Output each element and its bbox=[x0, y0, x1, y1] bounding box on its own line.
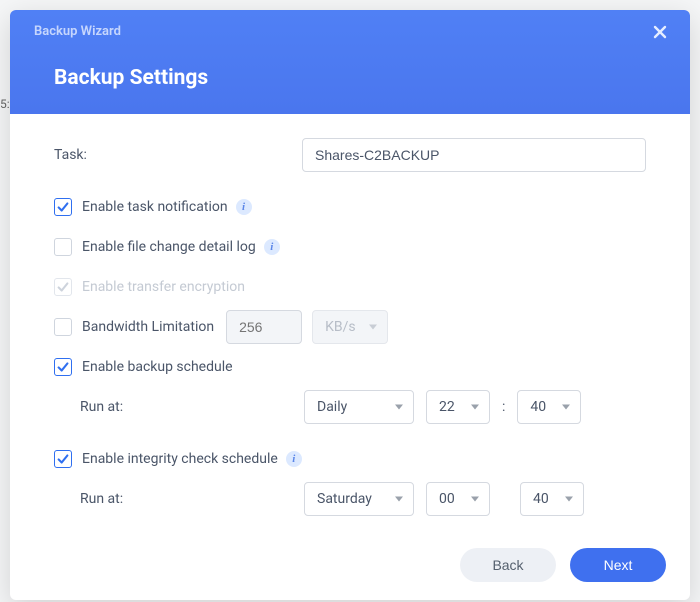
back-button[interactable]: Back bbox=[460, 548, 556, 582]
backup-frequency-value: Daily bbox=[317, 399, 347, 415]
integrity-day-select[interactable]: Saturday bbox=[304, 482, 414, 516]
wizard-title: Backup Wizard bbox=[34, 24, 121, 39]
integrity-day-value: Saturday bbox=[317, 491, 372, 507]
file-change-log-row: Enable file change detail log i bbox=[54, 230, 646, 264]
backup-schedule-runat-row: Run at: Daily 22 : 40 bbox=[54, 390, 646, 424]
backup-minute-select[interactable]: 40 bbox=[517, 390, 581, 424]
task-row: Task: bbox=[54, 138, 646, 172]
integrity-hour-select[interactable]: 00 bbox=[426, 482, 490, 516]
page-title: Backup Settings bbox=[54, 66, 208, 90]
bandwidth-checkbox[interactable] bbox=[54, 318, 72, 336]
modal-footer: Back Next bbox=[10, 530, 690, 600]
backup-minute-value: 40 bbox=[530, 399, 546, 415]
chevron-down-icon bbox=[562, 405, 570, 410]
info-icon[interactable]: i bbox=[286, 451, 302, 467]
bandwidth-unit-select: KB/s bbox=[312, 310, 388, 344]
info-icon[interactable]: i bbox=[264, 239, 280, 255]
backup-frequency-select[interactable]: Daily bbox=[304, 390, 414, 424]
modal-body: Task: Enable task notification i Enable … bbox=[10, 114, 690, 530]
integrity-hour-value: 00 bbox=[439, 491, 455, 507]
enable-notification-label: Enable task notification bbox=[82, 199, 228, 215]
backup-wizard-modal: Backup Wizard Backup Settings Task: Enab… bbox=[10, 10, 690, 600]
backup-schedule-checkbox[interactable] bbox=[54, 358, 72, 376]
chevron-down-icon bbox=[471, 497, 479, 502]
integrity-check-label: Enable integrity check schedule bbox=[82, 451, 278, 467]
file-change-log-label: Enable file change detail log bbox=[82, 239, 256, 255]
close-icon[interactable] bbox=[652, 24, 672, 44]
enable-notification-checkbox[interactable] bbox=[54, 198, 72, 216]
transfer-encryption-label: Enable transfer encryption bbox=[82, 279, 245, 295]
integrity-minute-value: 40 bbox=[533, 491, 549, 507]
backup-runat-label: Run at: bbox=[80, 399, 304, 415]
chevron-down-icon bbox=[395, 497, 403, 502]
task-label: Task: bbox=[54, 147, 302, 163]
next-button[interactable]: Next bbox=[570, 548, 666, 582]
bandwidth-label: Bandwidth Limitation bbox=[82, 319, 214, 335]
backup-hour-value: 22 bbox=[439, 399, 455, 415]
transfer-encryption-row: Enable transfer encryption bbox=[54, 270, 646, 304]
bandwidth-row: Bandwidth Limitation KB/s bbox=[54, 310, 646, 344]
integrity-check-row: Enable integrity check schedule i bbox=[54, 442, 646, 476]
modal-header: Backup Wizard Backup Settings bbox=[10, 10, 690, 114]
integrity-runat-label: Run at: bbox=[80, 491, 304, 507]
enable-notification-row: Enable task notification i bbox=[54, 190, 646, 224]
bandwidth-value-input bbox=[226, 310, 302, 344]
integrity-runat-row: Run at: Saturday 00 40 bbox=[54, 482, 646, 516]
info-icon[interactable]: i bbox=[236, 199, 252, 215]
time-colon: : bbox=[502, 399, 505, 415]
bandwidth-unit-value: KB/s bbox=[325, 319, 356, 335]
chevron-down-icon bbox=[565, 497, 573, 502]
chevron-down-icon bbox=[395, 405, 403, 410]
task-name-input[interactable] bbox=[302, 138, 646, 172]
backup-schedule-label: Enable backup schedule bbox=[82, 359, 233, 375]
integrity-minute-select[interactable]: 40 bbox=[520, 482, 584, 516]
file-change-log-checkbox[interactable] bbox=[54, 238, 72, 256]
backup-hour-select[interactable]: 22 bbox=[426, 390, 490, 424]
transfer-encryption-checkbox bbox=[54, 278, 72, 296]
integrity-check-checkbox[interactable] bbox=[54, 450, 72, 468]
backup-schedule-row: Enable backup schedule bbox=[54, 350, 646, 384]
chevron-down-icon bbox=[369, 325, 377, 330]
chevron-down-icon bbox=[471, 405, 479, 410]
